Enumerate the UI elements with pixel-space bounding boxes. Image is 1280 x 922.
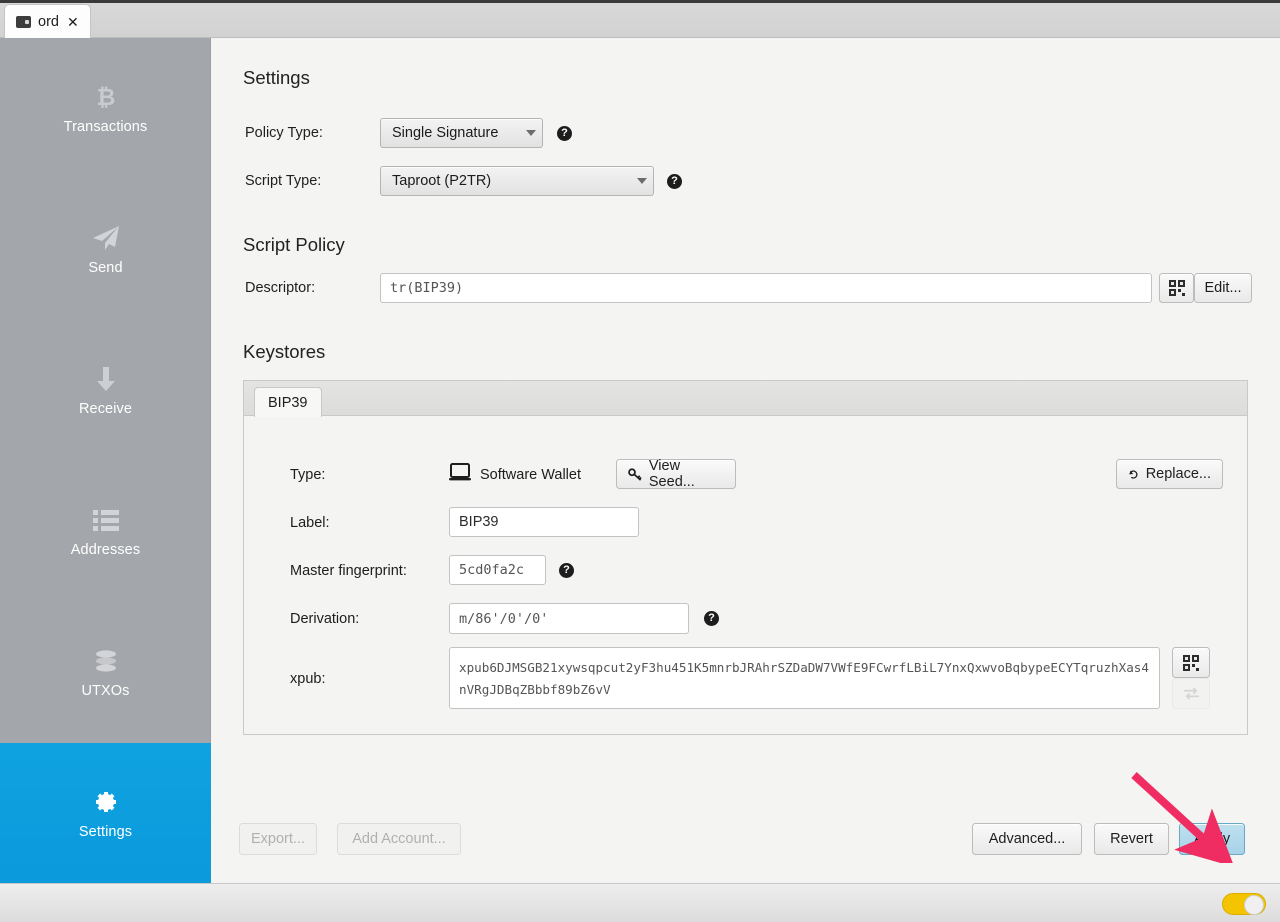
xpub-label: xpub: — [290, 671, 325, 687]
view-seed-label: View Seed... — [649, 458, 724, 490]
sidebar-item-send[interactable]: Send — [0, 179, 211, 320]
keystore-type-label: Type: — [290, 467, 325, 483]
keystore-tab-label: BIP39 — [268, 395, 308, 411]
script-type-select[interactable]: Taproot (P2TR) — [380, 166, 654, 196]
policy-type-help-icon[interactable]: ? — [557, 126, 572, 141]
edit-button-label: Edit... — [1204, 280, 1241, 296]
apply-button[interactable]: Apply — [1179, 823, 1245, 855]
sidebar-item-addresses[interactable]: Addresses — [0, 461, 211, 602]
sidebar-item-receive[interactable]: Receive — [0, 320, 211, 461]
bitcoin-icon: ₿ — [95, 82, 117, 112]
revert-label: Revert — [1110, 831, 1153, 847]
sidebar-item-label: Addresses — [71, 542, 140, 558]
master-fingerprint-label: Master fingerprint: — [290, 563, 407, 579]
revert-button[interactable]: Revert — [1094, 823, 1169, 855]
script-type-label: Script Type: — [245, 173, 321, 189]
keystore-label-value: BIP39 — [459, 514, 499, 530]
policy-type-label: Policy Type: — [245, 125, 323, 141]
gear-icon — [93, 787, 119, 817]
qr-code-icon — [1169, 280, 1185, 296]
advanced-button[interactable]: Advanced... — [972, 823, 1082, 855]
master-fingerprint-help-icon[interactable]: ? — [559, 563, 574, 578]
master-fingerprint-input[interactable]: 5cd0fa2c — [449, 555, 546, 585]
key-icon — [628, 467, 642, 482]
xpub-input[interactable]: xpub6DJMSGB21xywsqpcut2yF3hu451K5mnrbJRA… — [449, 647, 1160, 709]
keystore-label-input[interactable]: BIP39 — [449, 507, 639, 537]
swap-icon — [1183, 687, 1200, 700]
keystore-type-value: Software Wallet — [480, 467, 581, 483]
derivation-value: m/86'/0'/0' — [459, 611, 548, 627]
sidebar-item-label: Transactions — [64, 119, 148, 135]
wallet-icon — [16, 16, 31, 28]
chevron-down-icon — [526, 130, 536, 136]
sidebar-item-label: Send — [88, 260, 122, 276]
page-title: Settings — [243, 67, 310, 89]
tab-title: ord — [38, 14, 59, 30]
advanced-label: Advanced... — [989, 831, 1066, 847]
sidebar-item-label: UTXOs — [81, 683, 129, 699]
derivation-label: Derivation: — [290, 611, 359, 627]
toggle-knob — [1244, 895, 1264, 915]
sidebar-item-settings[interactable]: Settings — [0, 743, 211, 883]
replace-label: Replace... — [1146, 466, 1211, 482]
chevron-down-icon — [637, 178, 647, 184]
derivation-input[interactable]: m/86'/0'/0' — [449, 603, 689, 634]
keystores-heading: Keystores — [243, 341, 325, 363]
settings-pane: Settings Policy Type: Single Signature ?… — [211, 38, 1280, 883]
sidebar-item-utxos[interactable]: UTXOs — [0, 602, 211, 743]
replace-button[interactable]: Replace... — [1116, 459, 1223, 489]
descriptor-input[interactable]: tr(BIP39) — [380, 273, 1152, 303]
add-account-button[interactable]: Add Account... — [337, 823, 461, 855]
sidebar-item-transactions[interactable]: ₿ Transactions — [0, 38, 211, 179]
descriptor-label: Descriptor: — [245, 280, 315, 296]
keystore-label-label: Label: — [290, 515, 330, 531]
xpub-swap-button — [1172, 678, 1210, 709]
script-type-value: Taproot (P2TR) — [392, 173, 491, 189]
browser-tab-ord[interactable]: ord ✕ — [4, 4, 91, 38]
qr-code-icon — [1183, 655, 1199, 671]
application-window: ₿ Transactions Send Receive — [0, 38, 1280, 922]
policy-type-select[interactable]: Single Signature — [380, 118, 543, 148]
add-account-label: Add Account... — [352, 831, 446, 847]
theme-toggle[interactable] — [1222, 893, 1266, 915]
close-icon[interactable]: ✕ — [67, 15, 79, 29]
descriptor-qr-button[interactable] — [1159, 273, 1194, 303]
policy-type-value: Single Signature — [392, 125, 498, 141]
script-policy-heading: Script Policy — [243, 234, 345, 256]
down-arrow-icon — [94, 364, 118, 394]
descriptor-edit-button[interactable]: Edit... — [1194, 273, 1252, 303]
export-button[interactable]: Export... — [239, 823, 317, 855]
laptop-icon — [449, 463, 471, 487]
sidebar-item-label: Receive — [79, 401, 132, 417]
xpub-qr-button[interactable] — [1172, 647, 1210, 678]
svg-text:₿: ₿ — [96, 85, 115, 110]
sidebar-item-label: Settings — [79, 824, 132, 840]
undo-icon — [1128, 467, 1139, 482]
paper-plane-icon — [91, 223, 121, 253]
master-fingerprint-value: 5cd0fa2c — [459, 562, 524, 578]
status-bar — [0, 883, 1280, 922]
script-type-help-icon[interactable]: ? — [667, 174, 682, 189]
sidebar: ₿ Transactions Send Receive — [0, 38, 211, 883]
descriptor-value: tr(BIP39) — [390, 280, 463, 296]
apply-label: Apply — [1194, 831, 1230, 847]
view-seed-button[interactable]: View Seed... — [616, 459, 736, 489]
derivation-help-icon[interactable]: ? — [704, 611, 719, 626]
export-label: Export... — [251, 831, 305, 847]
list-icon — [92, 505, 120, 535]
keystore-tabbar — [244, 381, 1247, 416]
xpub-value: xpub6DJMSGB21xywsqpcut2yF3hu451K5mnrbJRA… — [459, 660, 1149, 697]
keystore-panel: BIP39 Type: Software Wallet View — [243, 380, 1248, 735]
coins-icon — [92, 646, 120, 676]
window-tab-strip: ord ✕ — [0, 0, 1280, 38]
tab-bip39[interactable]: BIP39 — [254, 387, 322, 417]
